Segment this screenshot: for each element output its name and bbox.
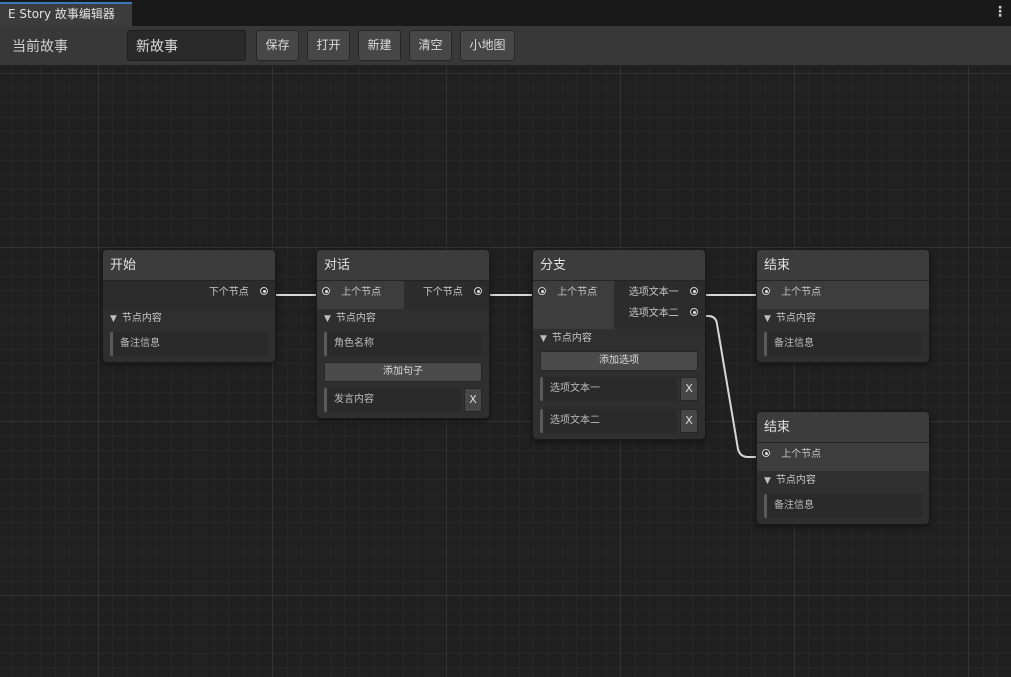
node-title: 结束 — [757, 412, 929, 443]
triangle-down-icon: ▼ — [764, 476, 771, 486]
option-two-port[interactable]: 选项文本二 — [629, 304, 698, 324]
node-content: ▼ 节点内容 备注信息 — [757, 471, 929, 524]
speech-content-field[interactable]: 发言内容 — [324, 388, 461, 412]
previous-node-port[interactable]: 上个节点 — [762, 283, 821, 303]
save-button[interactable]: 保存 — [256, 30, 299, 61]
option-one-port[interactable]: 选项文本一 — [629, 283, 698, 303]
node-content: ▼ 节点内容 添加选项 选项文本一 X 选项文本二 X — [533, 329, 705, 439]
port-connector-icon[interactable] — [538, 287, 546, 295]
foldout-label: 节点内容 — [335, 313, 376, 324]
option-text-field[interactable]: 选项文本一 — [540, 377, 677, 401]
open-button[interactable]: 打开 — [307, 30, 350, 61]
remark-field[interactable]: 备注信息 — [110, 332, 268, 356]
previous-node-port[interactable]: 上个节点 — [538, 283, 597, 303]
port-connector-icon[interactable] — [762, 449, 770, 457]
node-content-foldout[interactable]: ▼ 节点内容 — [540, 329, 698, 349]
triangle-down-icon: ▼ — [324, 314, 331, 324]
edge-branch-option2-to-end2[interactable] — [697, 315, 762, 458]
foldout-label: 节点内容 — [121, 313, 162, 324]
option-row: 选项文本一 X — [540, 377, 698, 401]
port-connector-icon[interactable] — [322, 287, 330, 295]
edge-layer — [268, 294, 762, 458]
story-name-input[interactable] — [127, 30, 246, 61]
graph-canvas[interactable]: 开始 下个节点 ▼ 节点内容 备注信息 对话 上个节点 下个节点 ▼ 节点内容 … — [0, 66, 1011, 677]
node-title: 对话 — [317, 250, 489, 281]
remark-field[interactable]: 备注信息 — [764, 494, 922, 518]
option-text-field[interactable]: 选项文本二 — [540, 409, 677, 433]
triangle-down-icon: ▼ — [110, 314, 117, 324]
port-label: 选项文本一 — [628, 287, 679, 298]
option-row: 选项文本二 X — [540, 409, 698, 433]
node-ports: 上个节点 — [757, 281, 929, 309]
node-content: ▼ 节点内容 备注信息 — [757, 309, 929, 362]
triangle-down-icon: ▼ — [540, 334, 547, 344]
node-ports: 上个节点 — [757, 443, 929, 471]
port-connector-icon[interactable] — [474, 287, 482, 295]
story-editor-window: E Story 故事编辑器 ⋮ 当前故事 保存 打开 新建 清空 小地图 开始 … — [0, 0, 1011, 677]
port-label: 选项文本二 — [628, 308, 679, 319]
port-label: 上个节点 — [781, 287, 822, 298]
node-content-foldout[interactable]: ▼ 节点内容 — [110, 309, 268, 329]
sentence-row: 发言内容 X — [324, 388, 482, 412]
node-content-foldout[interactable]: ▼ 节点内容 — [764, 309, 922, 329]
remove-option-button[interactable]: X — [680, 377, 698, 401]
dialogue-node[interactable]: 对话 上个节点 下个节点 ▼ 节点内容 角色名称 添加句子 发言内容 X — [316, 249, 490, 419]
port-connector-icon[interactable] — [762, 287, 770, 295]
toolbar: 当前故事 保存 打开 新建 清空 小地图 — [0, 26, 1011, 66]
remove-option-button[interactable]: X — [680, 409, 698, 433]
role-name-field[interactable]: 角色名称 — [324, 332, 482, 356]
remark-field[interactable]: 备注信息 — [764, 332, 922, 356]
port-connector-icon[interactable] — [690, 308, 698, 316]
new-button[interactable]: 新建 — [358, 30, 401, 61]
add-sentence-button[interactable]: 添加句子 — [324, 362, 482, 382]
foldout-label: 节点内容 — [551, 333, 592, 344]
next-node-port[interactable]: 下个节点 — [209, 283, 268, 303]
current-story-label: 当前故事 — [12, 39, 68, 55]
node-content-foldout[interactable]: ▼ 节点内容 — [764, 471, 922, 491]
foldout-label: 节点内容 — [775, 475, 816, 486]
next-node-port[interactable]: 下个节点 — [423, 283, 482, 303]
port-label: 上个节点 — [341, 287, 382, 298]
node-ports: 下个节点 — [103, 281, 275, 309]
previous-node-port[interactable]: 上个节点 — [322, 283, 381, 303]
node-ports: 上个节点 下个节点 — [317, 281, 489, 309]
window-tab-strip: E Story 故事编辑器 ⋮ — [0, 0, 1011, 26]
end-node[interactable]: 结束 上个节点 ▼ 节点内容 备注信息 — [756, 411, 930, 525]
node-title: 结束 — [757, 250, 929, 281]
remove-sentence-button[interactable]: X — [464, 388, 482, 412]
node-content-foldout[interactable]: ▼ 节点内容 — [324, 309, 482, 329]
branch-node[interactable]: 分支 上个节点 选项文本一 选项文本二 ▼ 节点内容 添加选项 选项文本一 X … — [532, 249, 706, 440]
node-content: ▼ 节点内容 角色名称 添加句子 发言内容 X — [317, 309, 489, 418]
add-option-button[interactable]: 添加选项 — [540, 351, 698, 371]
port-label: 上个节点 — [557, 287, 598, 298]
minimap-button[interactable]: 小地图 — [460, 30, 515, 61]
editor-window-tab[interactable]: E Story 故事编辑器 — [0, 2, 132, 26]
start-node[interactable]: 开始 下个节点 ▼ 节点内容 备注信息 — [102, 249, 276, 363]
node-content: ▼ 节点内容 备注信息 — [103, 309, 275, 362]
node-ports: 上个节点 选项文本一 选项文本二 — [533, 281, 705, 329]
port-connector-icon[interactable] — [260, 287, 268, 295]
node-title: 分支 — [533, 250, 705, 281]
triangle-down-icon: ▼ — [764, 314, 771, 324]
port-connector-icon[interactable] — [690, 287, 698, 295]
port-label: 上个节点 — [781, 449, 822, 460]
vertical-ellipsis-icon[interactable]: ⋮ — [993, 4, 1007, 22]
port-label: 下个节点 — [208, 287, 249, 298]
clear-button[interactable]: 清空 — [409, 30, 452, 61]
node-title: 开始 — [103, 250, 275, 281]
foldout-label: 节点内容 — [775, 313, 816, 324]
end-node[interactable]: 结束 上个节点 ▼ 节点内容 备注信息 — [756, 249, 930, 363]
previous-node-port[interactable]: 上个节点 — [762, 445, 821, 465]
port-label: 下个节点 — [422, 287, 463, 298]
